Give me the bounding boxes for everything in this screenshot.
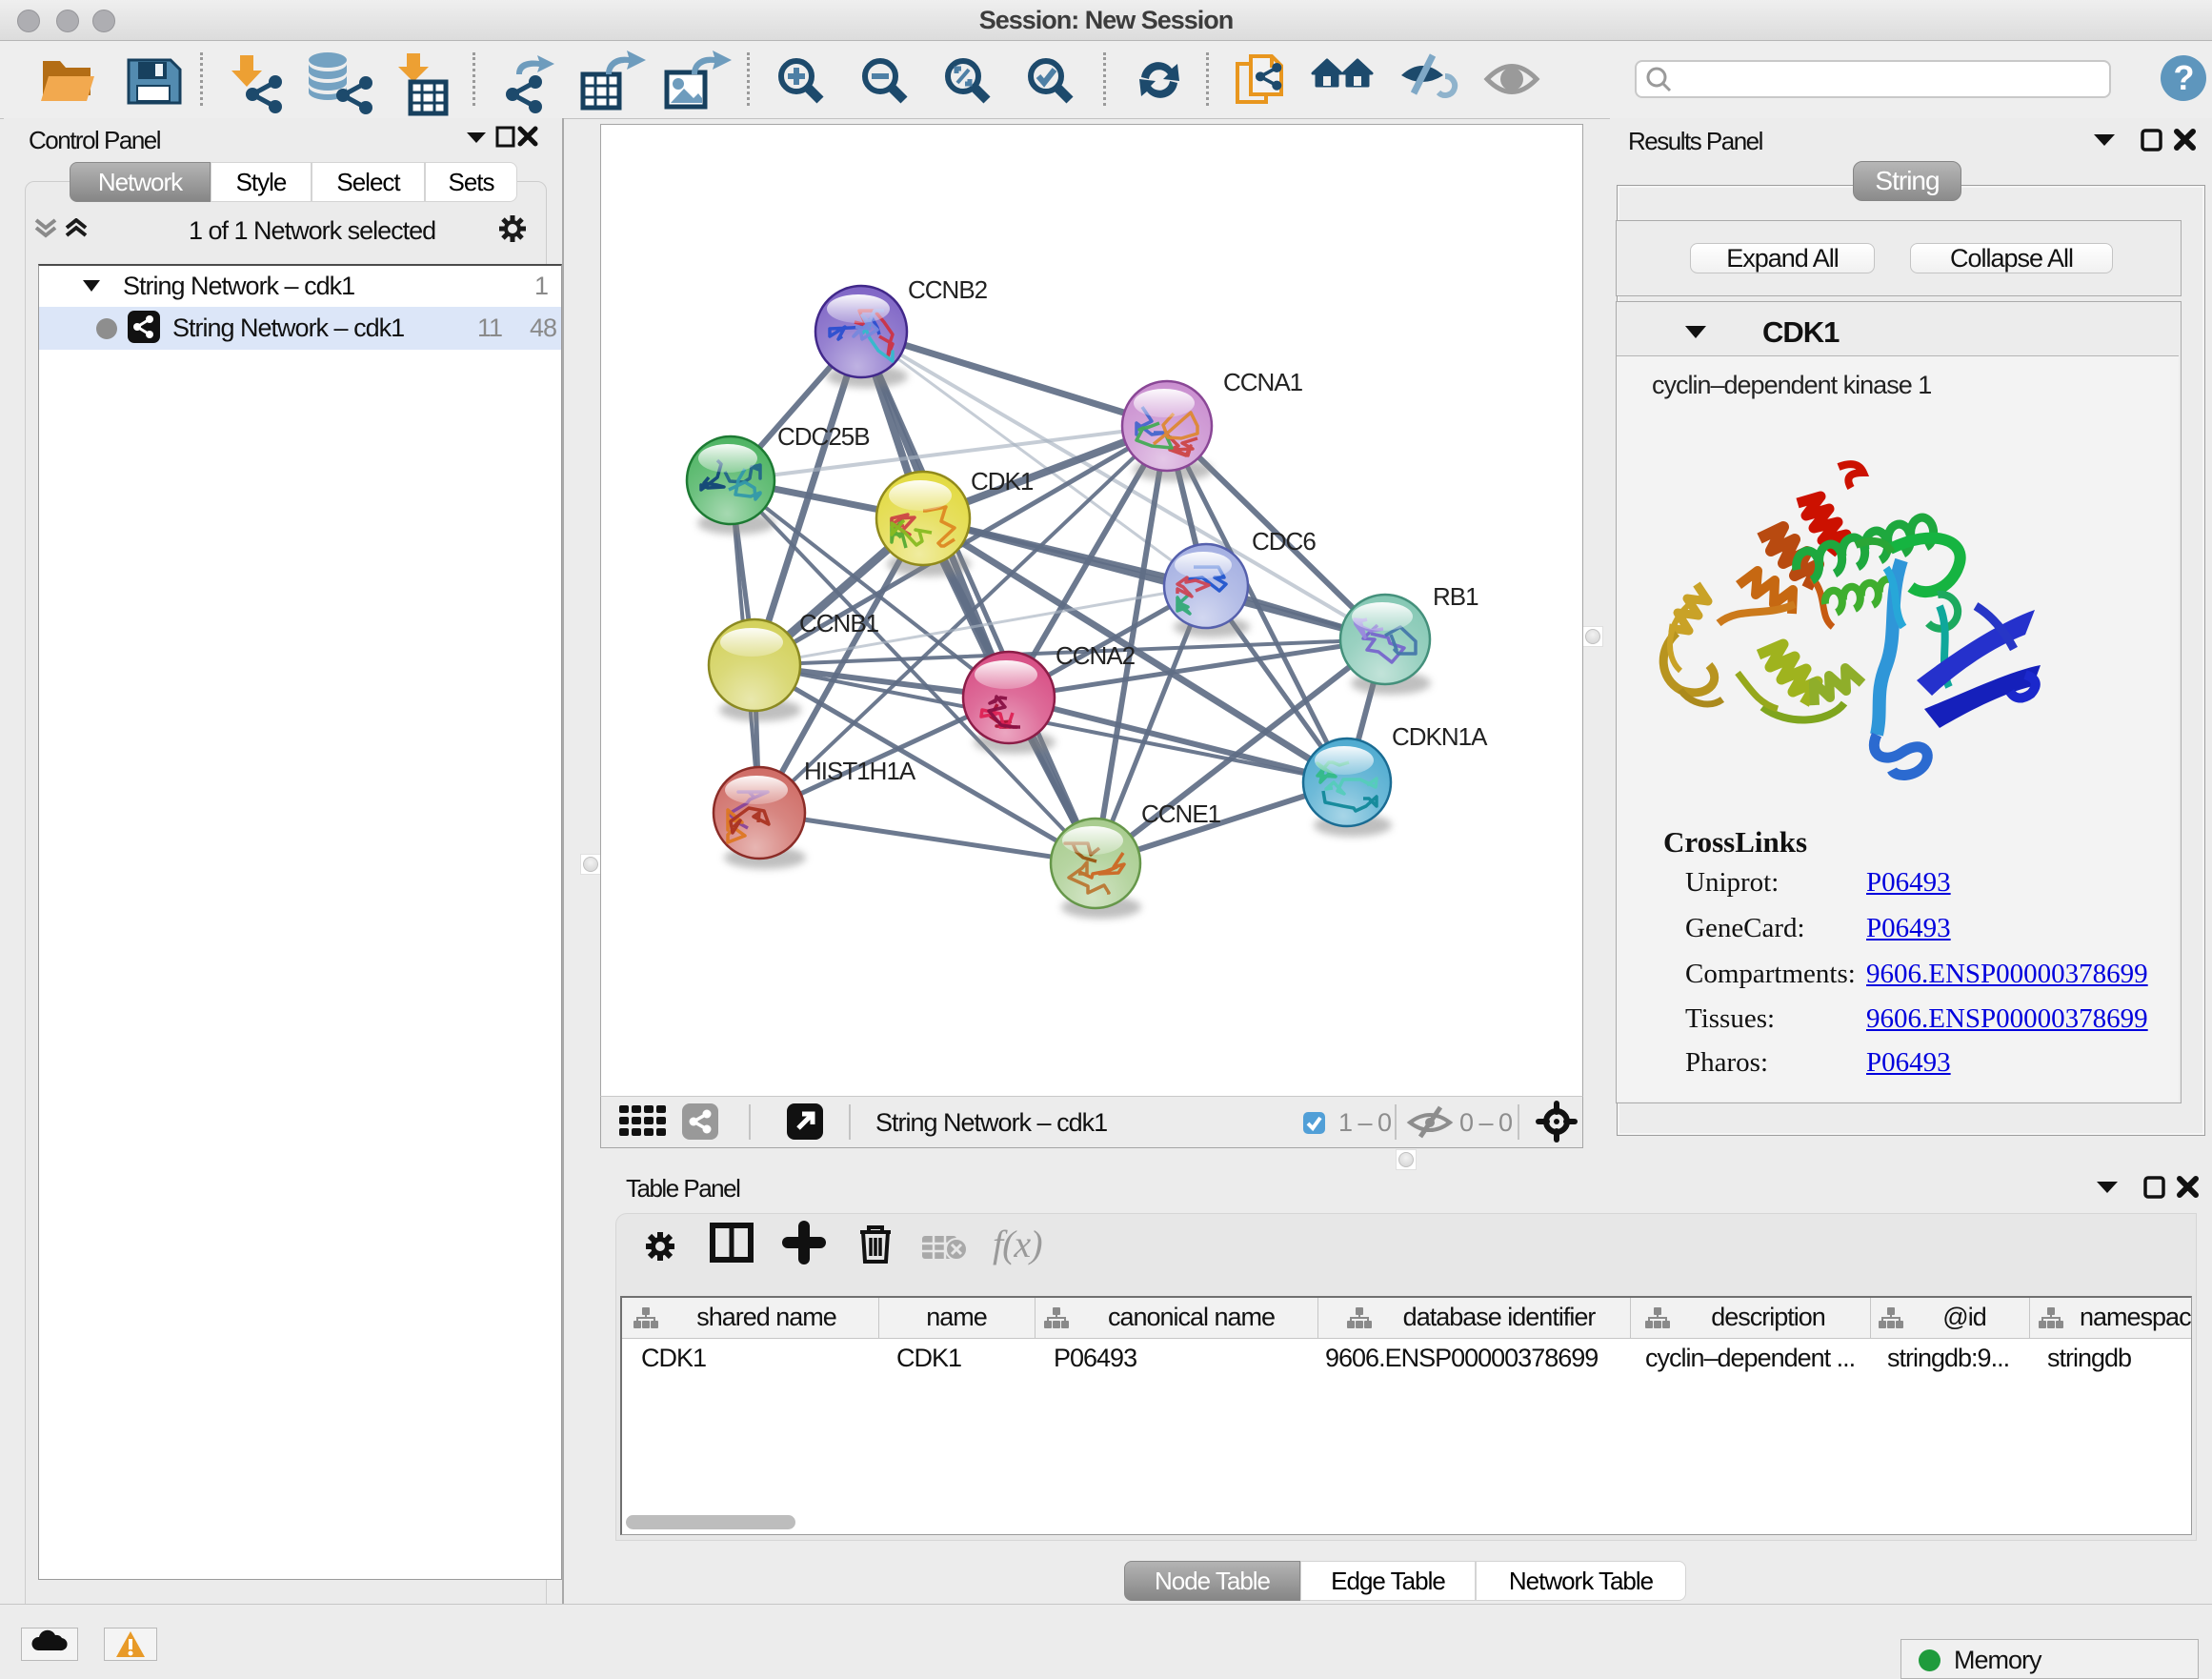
svg-text:f(x): f(x) — [993, 1223, 1042, 1265]
svg-text:?: ? — [2174, 58, 2194, 97]
svg-text:RB1: RB1 — [1433, 582, 1478, 611]
svg-text:HIST1H1A: HIST1H1A — [804, 757, 916, 785]
svg-text:CCNA2: CCNA2 — [1056, 641, 1136, 670]
svg-text:CDC6: CDC6 — [1252, 527, 1316, 556]
svg-text:0 – 0: 0 – 0 — [1459, 1108, 1512, 1137]
svg-text:CCNA1: CCNA1 — [1223, 368, 1303, 396]
svg-text:CCNB1: CCNB1 — [799, 609, 879, 637]
svg-text:CCNB2: CCNB2 — [908, 275, 988, 304]
svg-text:String Network – cdk1: String Network – cdk1 — [875, 1108, 1107, 1137]
svg-text:CDKN1A: CDKN1A — [1392, 722, 1488, 751]
svg-text:CCNE1: CCNE1 — [1141, 799, 1221, 828]
svg-text:CDC25B: CDC25B — [777, 422, 870, 451]
svg-text:1 – 0: 1 – 0 — [1338, 1108, 1391, 1137]
svg-text:CDK1: CDK1 — [971, 467, 1034, 496]
